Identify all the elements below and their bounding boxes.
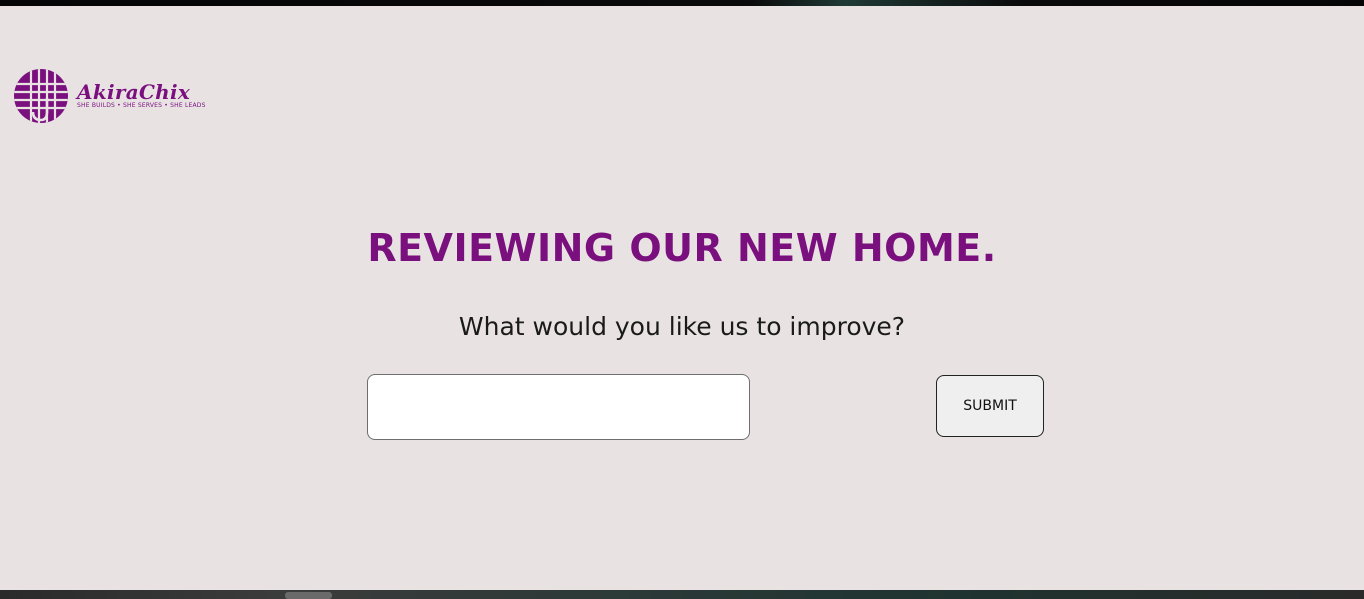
review-panel: AkiraChix SHE BUILDS • SHE SERVES • SHE …	[0, 6, 1364, 590]
logo-tagline: SHE BUILDS • SHE SERVES • SHE LEADS	[77, 102, 206, 109]
bottom-background-strip	[0, 590, 1364, 599]
logo-globe-icon	[14, 69, 68, 123]
akirachix-logo[interactable]: AkiraChix SHE BUILDS • SHE SERVES • SHE …	[13, 68, 205, 124]
horizontal-scrollbar-thumb[interactable]	[285, 592, 332, 599]
improvement-question: What would you like us to improve?	[458, 312, 906, 341]
page-title: REVIEWING OUR NEW HOME.	[367, 226, 997, 270]
logo-name: AkiraChix	[77, 80, 191, 104]
feedback-input[interactable]	[367, 374, 750, 440]
submit-button[interactable]: SUBMIT	[936, 375, 1044, 437]
